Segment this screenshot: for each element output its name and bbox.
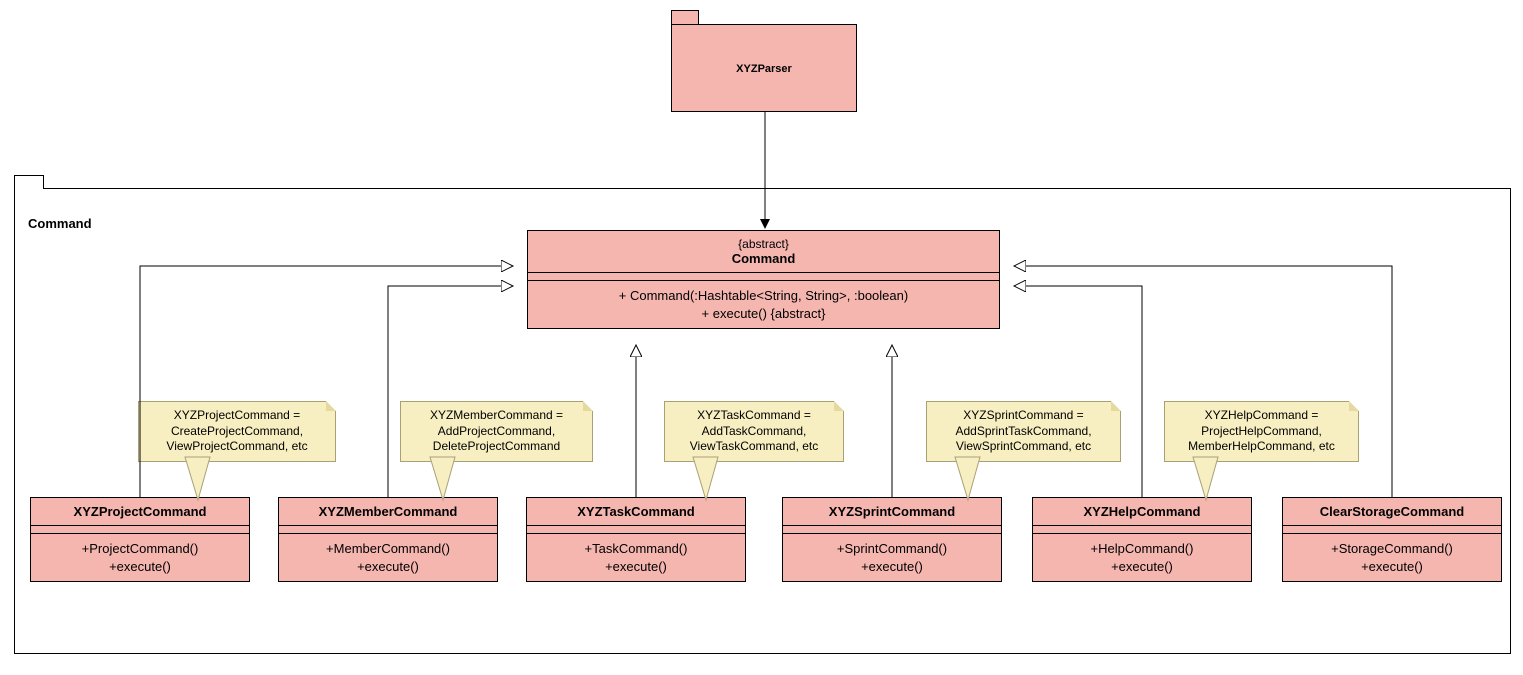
sprint-command-class: XYZSprintCommand +SprintCommand() +execu…	[782, 497, 1002, 582]
member-command-name: XYZMemberCommand	[319, 504, 458, 519]
storage-command-name: ClearStorageCommand	[1320, 504, 1464, 519]
parser-package: XYZParser	[671, 24, 857, 112]
project-command-class: XYZProjectCommand +ProjectCommand() +exe…	[30, 497, 250, 582]
help-command-name: XYZHelpCommand	[1083, 504, 1200, 519]
task-command-class: XYZTaskCommand +TaskCommand() +execute()	[526, 497, 746, 582]
note-sprint: XYZSprintCommand = AddSprintTaskCommand,…	[926, 401, 1121, 462]
parser-package-tab	[671, 10, 699, 24]
command-package-label: Command	[28, 216, 92, 231]
command-class-sep	[528, 273, 999, 281]
parser-package-label: XYZParser	[672, 63, 856, 75]
sprint-command-name: XYZSprintCommand	[829, 504, 955, 519]
command-class-name: Command	[732, 251, 796, 266]
command-class-methods: + Command(:Hashtable<String, String>, :b…	[528, 281, 999, 328]
command-stereotype: {abstract}	[532, 237, 995, 251]
command-method-2: + execute() {abstract}	[532, 305, 995, 323]
note-project: XYZProjectCommand = CreateProjectCommand…	[138, 401, 336, 462]
member-command-class: XYZMemberCommand +MemberCommand() +execu…	[278, 497, 498, 582]
task-command-name: XYZTaskCommand	[577, 504, 695, 519]
command-package-tab	[14, 175, 44, 189]
note-member: XYZMemberCommand = AddProjectCommand, De…	[400, 401, 593, 462]
command-class: {abstract} Command + Command(:Hashtable<…	[527, 230, 1000, 329]
project-command-name: XYZProjectCommand	[74, 504, 207, 519]
note-task: XYZTaskCommand = AddTaskCommand, ViewTas…	[664, 401, 844, 462]
help-command-class: XYZHelpCommand +HelpCommand() +execute()	[1032, 497, 1252, 582]
command-method-1: + Command(:Hashtable<String, String>, :b…	[532, 287, 995, 305]
storage-command-class: ClearStorageCommand +StorageCommand() +e…	[1282, 497, 1502, 582]
command-class-title: {abstract} Command	[528, 231, 999, 273]
note-help: XYZHelpCommand = ProjectHelpCommand, Mem…	[1164, 401, 1359, 462]
